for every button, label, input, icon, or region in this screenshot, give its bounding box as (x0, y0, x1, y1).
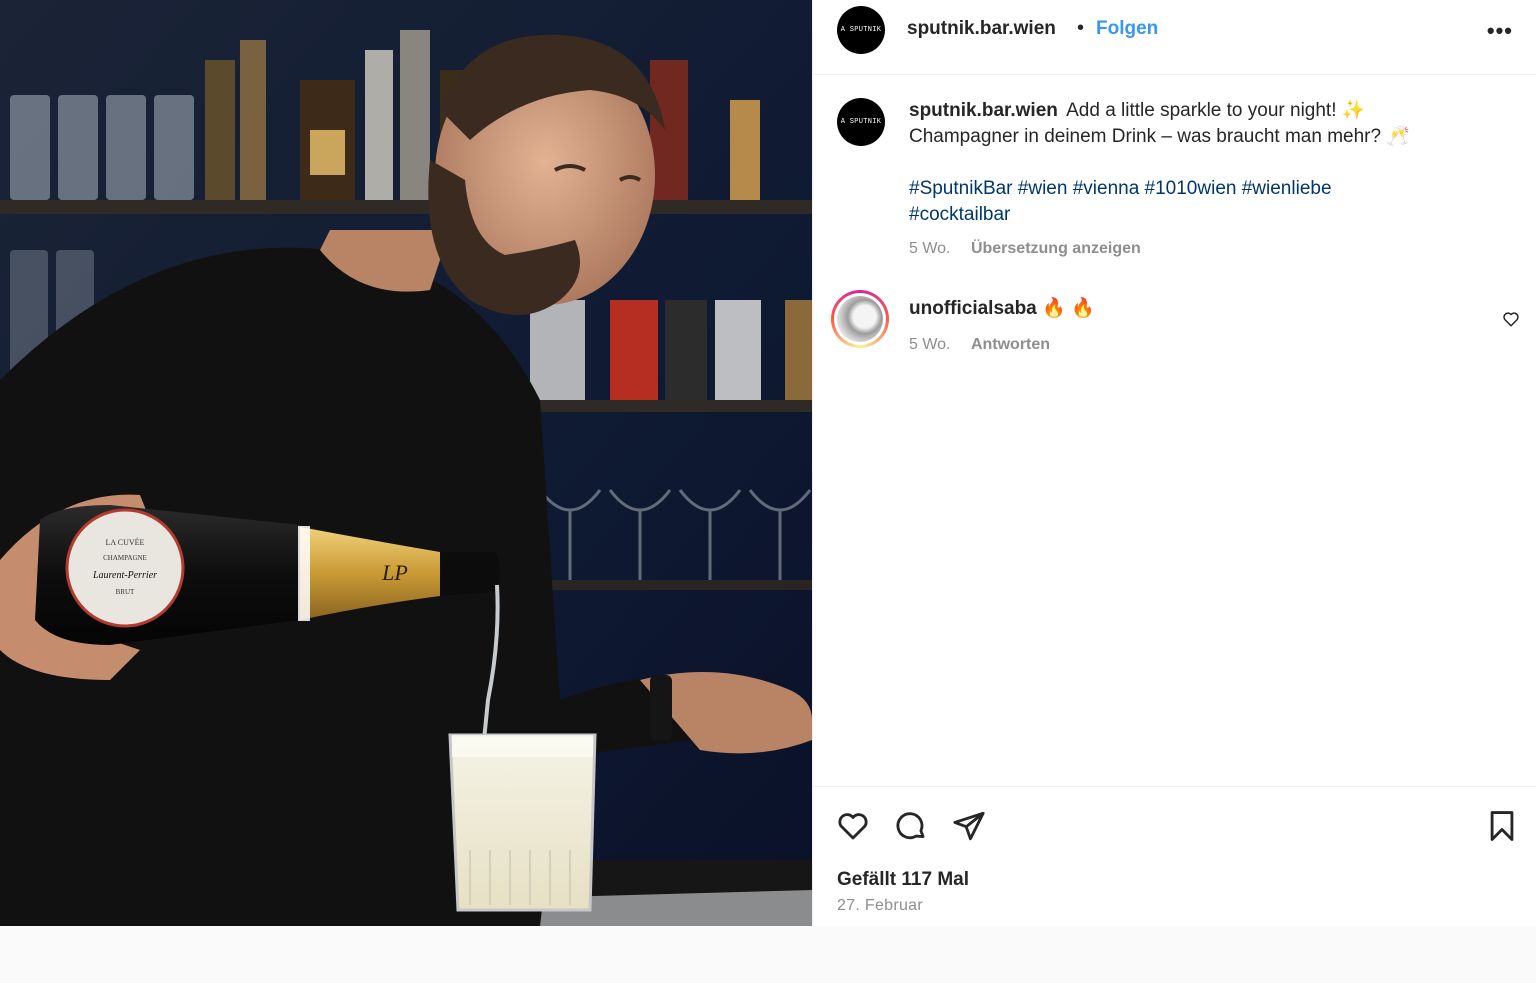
post-sidebar: A SPUTNIK sputnik.bar.wien • Folgen ••• … (812, 0, 1536, 926)
bartender-photo: LA CUVÉE CHAMPAGNE Laurent-Perrier BRUT … (0, 0, 812, 926)
bottle-label-3: Laurent-Perrier (92, 570, 157, 581)
translate-link[interactable]: Übersetzung anzeigen (971, 240, 1141, 257)
caption-username[interactable]: sputnik.bar.wien (909, 100, 1058, 121)
like-icon[interactable] (835, 809, 871, 848)
post-caption: sputnik.bar.wien Add a little sparkle to… (909, 98, 1509, 228)
comment-age: 5 Wo. (909, 336, 951, 353)
more-options-icon[interactable]: ••• (1487, 18, 1513, 44)
commenter-avatar[interactable] (831, 290, 889, 348)
caption-age: 5 Wo. (909, 240, 951, 257)
bottle-label-1: LA CUVÉE (106, 537, 145, 547)
follow-button[interactable]: Folgen (1096, 18, 1158, 40)
bottle-label-2: CHAMPAGNE (103, 554, 147, 562)
comment: unofficialsaba 🔥 🔥 (909, 296, 1095, 320)
caption-text-line2: Champagner in deinem Drink – was braucht… (909, 126, 1410, 147)
comment-username[interactable]: unofficialsaba (909, 298, 1037, 319)
caption-meta: 5 Wo. Übersetzung anzeigen (909, 240, 1141, 258)
like-count[interactable]: Gefällt 117 Mal (837, 869, 969, 891)
post-frame: LA CUVÉE CHAMPAGNE Laurent-Perrier BRUT … (0, 0, 1536, 926)
caption-avatar[interactable]: A SPUTNIK (837, 98, 885, 146)
separator-dot: • (1077, 17, 1085, 39)
reply-button[interactable]: Antworten (971, 336, 1050, 353)
comment-like-icon[interactable] (1502, 310, 1520, 333)
bottle-monogram: LP (381, 560, 408, 585)
post-header: A SPUTNIK sputnik.bar.wien • Folgen ••• (813, 0, 1536, 75)
profile-avatar[interactable]: A SPUTNIK (837, 6, 885, 54)
commenter-photo (837, 296, 883, 342)
header-username[interactable]: sputnik.bar.wien (907, 18, 1056, 40)
save-bookmark-icon[interactable] (1485, 809, 1519, 848)
post-actions: Gefällt 117 Mal 27. Februar (813, 786, 1536, 926)
hashtags[interactable]: #SputnikBar #wien #vienna #1010wien #wie… (909, 176, 1509, 228)
caption-text-line1: Add a little sparkle to your night! ✨ (1066, 100, 1366, 121)
comment-meta: 5 Wo. Antworten (909, 336, 1050, 354)
bottle-label-4: BRUT (116, 588, 135, 596)
post-photo[interactable]: LA CUVÉE CHAMPAGNE Laurent-Perrier BRUT … (0, 0, 812, 926)
hashtags-line1[interactable]: #SputnikBar #wien #vienna #1010wien #wie… (909, 176, 1509, 202)
hashtags-line2[interactable]: #cocktailbar (909, 202, 1509, 228)
comment-icon[interactable] (893, 809, 929, 848)
comment-text: 🔥 🔥 (1042, 298, 1095, 319)
post-date: 27. Februar (837, 897, 924, 914)
share-icon[interactable] (951, 809, 987, 848)
